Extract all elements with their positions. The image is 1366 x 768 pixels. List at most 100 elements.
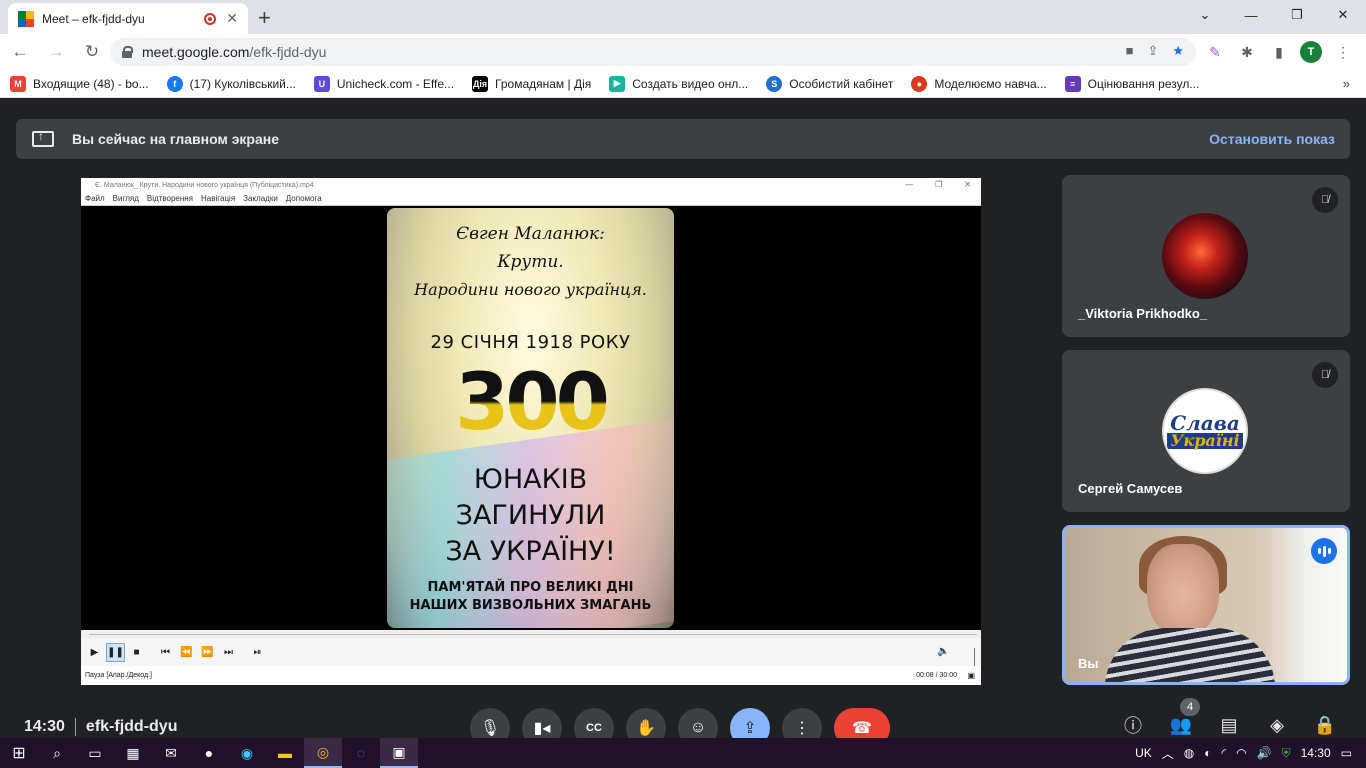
volume-tray-icon[interactable]: 🔊 bbox=[1257, 746, 1272, 760]
poster-line: ЮНАКІВ bbox=[473, 464, 588, 495]
self-video-tile[interactable]: Вы bbox=[1062, 525, 1350, 685]
viber-icon[interactable]: ◌ bbox=[342, 738, 380, 768]
bookmark-item[interactable]: M Входящие (48) - bo... bbox=[10, 75, 149, 92]
pause-icon: ❚❚ bbox=[106, 642, 125, 662]
unicheck-icon: U bbox=[313, 75, 330, 92]
file-explorer-icon[interactable]: ▬ bbox=[266, 738, 304, 768]
calculator-icon[interactable]: ▦ bbox=[114, 738, 152, 768]
bookmarks-overflow-icon[interactable]: » bbox=[1343, 76, 1350, 91]
player-resize-icon: ▣ bbox=[967, 671, 975, 680]
video-frame: Євген Маланюк: Крути. Народини нового ук… bbox=[81, 206, 981, 630]
close-window-button[interactable]: ✕ bbox=[1320, 0, 1366, 30]
extensions-puzzle-icon[interactable]: ✱ bbox=[1236, 41, 1258, 63]
poster-number: 300 bbox=[387, 358, 674, 448]
share-icon[interactable]: ⇪ bbox=[1147, 43, 1158, 59]
address-bar[interactable]: meet.google.com/efk-fjdd-dyu ■ ⇪ ★ bbox=[110, 38, 1196, 66]
notifications-icon[interactable]: ▭ bbox=[1341, 746, 1352, 760]
volume-icon: 🔈 bbox=[937, 646, 950, 657]
camera-permission-icon[interactable]: ■ bbox=[1126, 43, 1134, 59]
omnibox-actions: ■ ⇪ ★ bbox=[1126, 43, 1184, 59]
poster-title: Крути. bbox=[497, 252, 564, 272]
bookmarks-bar: M Входящие (48) - bo... f (17) Куколівськи… bbox=[0, 70, 1366, 98]
player-time: 00:08 / 30:00 bbox=[916, 672, 957, 679]
speaking-indicator-icon bbox=[1311, 538, 1337, 564]
player-window-controls: — ❐ ✕ bbox=[905, 180, 971, 189]
diia-icon: Дія bbox=[472, 75, 489, 92]
bookmark-item[interactable]: Дія Громадянам | Дія bbox=[472, 75, 591, 92]
browser-tab-strip: Meet – efk-fjdd-dyu ✕ + ⌄ — ❐ ✕ bbox=[0, 0, 1366, 34]
meeting-code: efk-fjdd-dyu bbox=[85, 718, 178, 736]
participant-tile[interactable]: 🎙̸ Слава Україні Сергей Самусев bbox=[1062, 350, 1350, 512]
window-controls: ⌄ — ❐ ✕ bbox=[1182, 0, 1366, 30]
side-panel-icon[interactable]: ▮ bbox=[1268, 41, 1290, 63]
chat-icon[interactable]: ▤ bbox=[1216, 712, 1242, 738]
edge-icon[interactable]: ◉ bbox=[228, 738, 266, 768]
restore-button[interactable]: ❐ bbox=[1274, 0, 1320, 30]
meet-stage: Вы сейчас на главном экране Остановить п… bbox=[0, 98, 1366, 748]
bookmark-item[interactable]: ▶ Создать видео онл... bbox=[609, 75, 748, 92]
cabinet-icon: S bbox=[766, 75, 783, 92]
fast-forward-icon: ⏩ bbox=[201, 646, 214, 658]
browser-menu-icon[interactable]: ⋮ bbox=[1332, 41, 1354, 63]
player-restore-icon: ❐ bbox=[935, 180, 943, 189]
bookmark-item[interactable]: ≡ Оцінювання резул... bbox=[1064, 75, 1199, 92]
windows-taskbar: ⊞ ⌕ ▭ ▦ ✉ ● ◉ ▬ ◎ ◌ ▣ UK ︿ ◍ ◐ ◜ ◠ 🔊 ⛨ 1… bbox=[0, 738, 1366, 768]
bookmark-star-icon[interactable]: ★ bbox=[1172, 43, 1184, 59]
bookmark-item[interactable]: f (17) Куколівський... bbox=[166, 75, 296, 92]
browser-tab-meet[interactable]: Meet – efk-fjdd-dyu ✕ bbox=[8, 3, 248, 34]
video-maker-icon: ▶ bbox=[609, 75, 626, 92]
player-menu-item: Навігація bbox=[201, 194, 236, 203]
tray-overflow-icon[interactable]: ︿ bbox=[1162, 745, 1174, 762]
back-icon[interactable]: ← bbox=[4, 36, 36, 68]
shared-screen-media-player: Є. Маланюк_ Крути. Народини нового украї… bbox=[81, 178, 981, 685]
taskbar-clock[interactable]: 14:30 bbox=[1301, 746, 1331, 760]
url-domain: meet.google.com bbox=[142, 44, 250, 60]
network-icon[interactable]: ◜ bbox=[1222, 746, 1227, 760]
tab-title: Meet – efk-fjdd-dyu bbox=[42, 11, 145, 26]
meeting-info: 14:30 efk-fjdd-dyu bbox=[24, 718, 177, 736]
search-icon[interactable]: ⌕ bbox=[38, 738, 76, 768]
input-language[interactable]: UK bbox=[1135, 746, 1152, 760]
bookmark-item[interactable]: S Особистий кабінет bbox=[766, 75, 893, 92]
forward-icon[interactable]: → bbox=[40, 36, 72, 68]
facebook-icon: f bbox=[166, 75, 183, 92]
people-icon[interactable]: 👥 bbox=[1168, 712, 1194, 738]
participant-tile[interactable]: 🎙̸ _Viktoria Prikhodko_ bbox=[1062, 175, 1350, 337]
poster-motto: НАШИХ ВИЗВОЛЬНИХ ЗМАГАНЬ bbox=[409, 598, 652, 613]
chrome-icon[interactable]: ◎ bbox=[304, 738, 342, 768]
reload-icon[interactable]: ↻ bbox=[76, 36, 108, 68]
wifi-icon[interactable]: ◠ bbox=[1236, 746, 1246, 760]
security-icon[interactable]: ⛨ bbox=[1282, 746, 1291, 761]
poster-motto: ПАМ'ЯТАЙ ПРО ВЕЛИКІ ДНІ bbox=[427, 580, 634, 595]
mic-muted-icon: 🎙̸ bbox=[1312, 187, 1338, 213]
poster-date: 29 СІЧНЯ 1918 РОКУ bbox=[430, 332, 631, 353]
host-controls-icon[interactable]: 🔒 bbox=[1312, 712, 1338, 738]
meeting-details-icon[interactable]: ⓘ bbox=[1120, 712, 1146, 738]
profile-avatar[interactable]: T bbox=[1300, 41, 1322, 63]
poster-line: ЗАГИНУЛИ bbox=[455, 500, 606, 531]
activities-icon[interactable]: ◈ bbox=[1264, 712, 1290, 738]
minimize-button[interactable]: — bbox=[1228, 0, 1274, 30]
task-view-icon[interactable]: ▭ bbox=[76, 738, 114, 768]
bookmark-item[interactable]: U Unicheck.com - Effe... bbox=[313, 75, 454, 92]
tab-close-icon[interactable]: ✕ bbox=[226, 10, 238, 27]
bookmark-item[interactable]: ● Моделюємо навча... bbox=[911, 75, 1047, 92]
frame-step-icon: ⏯ bbox=[253, 646, 262, 658]
windows-start-icon[interactable]: ⊞ bbox=[0, 738, 38, 768]
lock-icon[interactable] bbox=[122, 46, 133, 58]
pin-icon[interactable]: ● bbox=[190, 738, 228, 768]
participant-avatar: Слава Україні bbox=[1162, 388, 1248, 474]
tab-search-icon[interactable]: ⌄ bbox=[1182, 0, 1228, 30]
stop-presenting-button[interactable]: Остановить показ bbox=[1209, 131, 1335, 147]
browser-toolbar: ← → ↻ meet.google.com/efk-fjdd-dyu ■ ⇪ ★… bbox=[0, 34, 1366, 70]
tray-app-icon[interactable]: ◐ bbox=[1204, 746, 1211, 760]
media-player-icon[interactable]: ▣ bbox=[380, 738, 418, 768]
player-seek-bar bbox=[81, 630, 981, 638]
pen-extension-icon[interactable]: ✎ bbox=[1204, 41, 1226, 63]
new-tab-button[interactable]: + bbox=[258, 5, 271, 31]
tray-app-icon[interactable]: ◍ bbox=[1184, 746, 1194, 760]
player-menu-bar: Файл Вигляд Відтворення Навігація Заклад… bbox=[81, 192, 981, 206]
player-close-icon: ✕ bbox=[964, 180, 971, 189]
player-status-bar: Пауза [Апар./Декод.] 00:08 / 30:00 ▣ bbox=[81, 666, 981, 685]
mail-icon[interactable]: ✉ bbox=[152, 738, 190, 768]
